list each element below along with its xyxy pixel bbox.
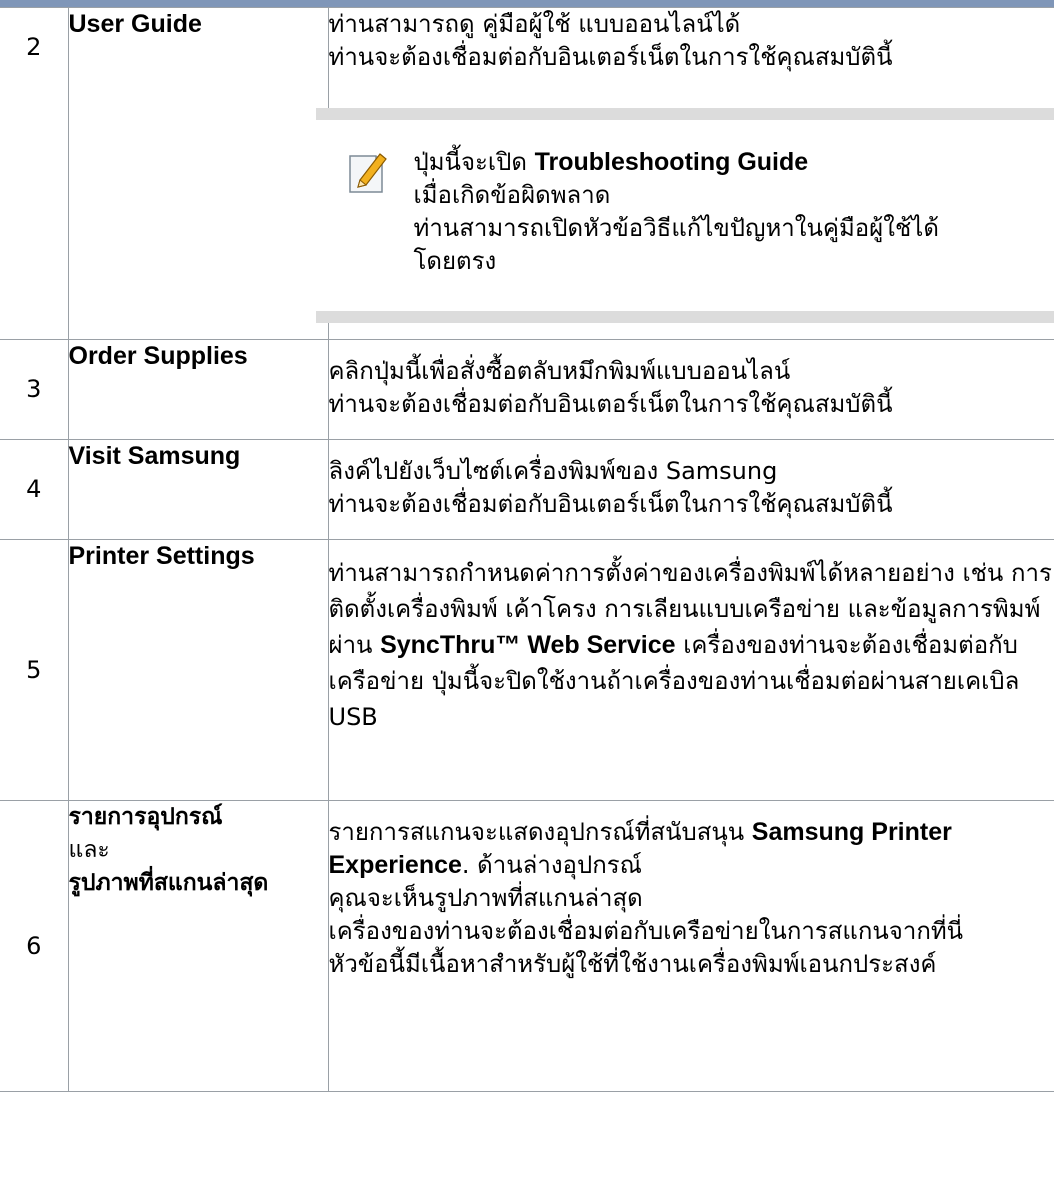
document-page: 2 User Guide ท่านสามารถดู คู่มือผู้ใช้ แ… <box>0 0 1054 1200</box>
feature-name: Order Supplies <box>67 339 329 440</box>
table-row: 6 รายการอุปกรณ์ และ รูปภาพที่สแกนล่าสุด … <box>0 800 1054 1092</box>
description-line: ท่านสามารถดู คู่มือผู้ใช้ แบบออนไลน์ได้ <box>328 10 741 38</box>
feature-name: รายการอุปกรณ์ และ รูปภาพที่สแกนล่าสุด <box>67 800 329 1092</box>
description-line: หัวข้อนี้มีเนื้อหาสำหรับผู้ใช้ที่ใช้งานเ… <box>328 950 937 978</box>
features-table: 2 User Guide ท่านสามารถดู คู่มือผู้ใช้ แ… <box>0 7 1054 1092</box>
feature-description: รายการสแกนจะแสดงอุปกรณ์ที่สนับสนุน Samsu… <box>327 800 1054 1092</box>
row-number: 6 <box>0 800 69 1092</box>
note-pencil-icon <box>348 153 387 193</box>
description-paragraph: รายการสแกนจะแสดงอุปกรณ์ที่สนับสนุน Samsu… <box>328 818 952 879</box>
note-line: ปุ่มนี้จะเปิด Troubleshooting Guide <box>413 148 809 176</box>
feature-name: User Guide <box>67 7 329 340</box>
feature-description: คลิกปุ่มนี้เพื่อสั่งซื้อตลับหมึกพิมพ์แบบ… <box>327 339 1054 440</box>
description-paragraph: ท่านสามารถกำหนดค่าการตั้งค่าของเครื่องพิ… <box>328 559 1052 731</box>
description-line: คลิกปุ่มนี้เพื่อสั่งซื้อตลับหมึกพิมพ์แบบ… <box>328 357 791 385</box>
description-line: ท่านจะต้องเชื่อมต่อกับอินเตอร์เน็ตในการใ… <box>328 43 893 71</box>
row-number: 5 <box>0 539 69 801</box>
feature-name: Visit Samsung <box>67 439 329 540</box>
description-line: ท่านจะต้องเชื่อมต่อกับอินเตอร์เน็ตในการใ… <box>328 390 893 418</box>
feature-description: ลิงค์ไปยังเว็บไซต์เครื่องพิมพ์ของ Samsun… <box>327 439 1054 540</box>
feature-description: ท่านสามารถดู คู่มือผู้ใช้ แบบออนไลน์ได้ … <box>315 7 1054 340</box>
feature-description: ท่านสามารถกำหนดค่าการตั้งค่าของเครื่องพิ… <box>327 539 1054 801</box>
row-number: 4 <box>0 439 69 540</box>
note-box: ปุ่มนี้จะเปิด Troubleshooting Guide เมื่… <box>315 108 1054 323</box>
row-number: 2 <box>0 7 69 340</box>
table-row: 5 Printer Settings ท่านสามารถกำหนดค่าการ… <box>0 539 1054 801</box>
description-line: เครื่องของท่านจะต้องเชื่อมต่อกับเครือข่า… <box>328 917 964 945</box>
note-line: ท่านสามารถเปิดหัวข้อวิธีแก้ไขปัญหาในคู่ม… <box>413 214 939 275</box>
feature-name: Printer Settings <box>67 539 329 801</box>
description-line: ลิงค์ไปยังเว็บไซต์เครื่องพิมพ์ของ Samsun… <box>328 457 778 485</box>
row-number: 3 <box>0 339 69 440</box>
note-line: เมื่อเกิดข้อผิดพลาด <box>413 181 611 209</box>
table-row: 2 User Guide ท่านสามารถดู คู่มือผู้ใช้ แ… <box>0 7 1054 340</box>
table-row: 4 Visit Samsung ลิงค์ไปยังเว็บไซต์เครื่อ… <box>0 439 1054 540</box>
description-line: ท่านจะต้องเชื่อมต่อกับอินเตอร์เน็ตในการใ… <box>328 490 893 518</box>
description-line: คุณจะเห็นรูปภาพที่สแกนล่าสุด <box>328 884 643 912</box>
table-row: 3 Order Supplies คลิกปุ่มนี้เพื่อสั่งซื้… <box>0 339 1054 440</box>
top-rule <box>0 0 1054 7</box>
